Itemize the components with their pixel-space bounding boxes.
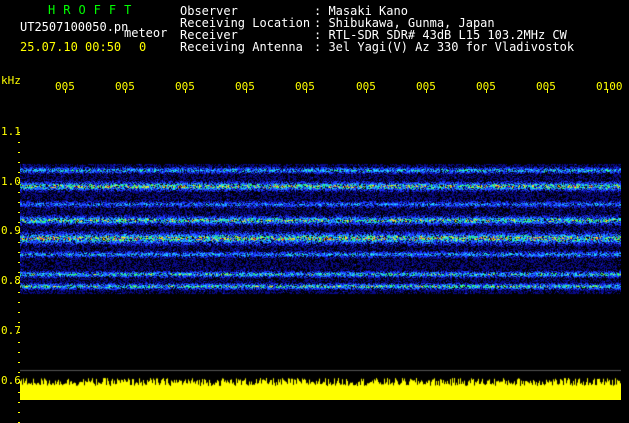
image-filename: UT2507100050.pn bbox=[20, 20, 129, 34]
info-row-antenna: Receiving Antenna: 3el Yagi(V) Az 330 fo… bbox=[180, 40, 575, 54]
meteor-count: 0 bbox=[139, 40, 147, 54]
x-tick-mark bbox=[305, 89, 307, 93]
info-label: Receiving Antenna bbox=[180, 40, 303, 54]
x-tick-mark bbox=[366, 89, 367, 93]
y-tick-label: 0.7 bbox=[1, 324, 21, 337]
station-info: Observer: Masaki Kano Receiving Location… bbox=[180, 5, 574, 53]
info-value: 3el Yagi(V) Az 330 for Vladivostok bbox=[328, 40, 575, 54]
y-tick-label: 0.9 bbox=[1, 224, 21, 237]
x-tick-mark bbox=[606, 89, 608, 93]
y-axis-unit: kHz bbox=[1, 74, 21, 87]
y-tick-label: 0.8 bbox=[1, 274, 21, 287]
x-tick-mark bbox=[486, 89, 488, 93]
x-tick-mark bbox=[426, 89, 428, 93]
y-tick-label: 0.6 bbox=[1, 374, 21, 387]
y-tick-mark bbox=[18, 402, 20, 403]
x-tick-mark bbox=[125, 89, 127, 93]
spectrogram bbox=[20, 94, 621, 400]
observation-datetime: 25.07.10 00:50 bbox=[20, 40, 122, 54]
hrofft-brand: HROFFT bbox=[48, 3, 140, 17]
meteor-label: meteor bbox=[124, 26, 168, 40]
x-tick-mark bbox=[245, 89, 247, 93]
y-tick-mark bbox=[18, 412, 20, 413]
x-tick-label: 0100 bbox=[596, 80, 623, 93]
x-tick-mark bbox=[546, 89, 548, 93]
x-tick-mark bbox=[65, 89, 66, 93]
x-tick-mark bbox=[185, 89, 187, 93]
